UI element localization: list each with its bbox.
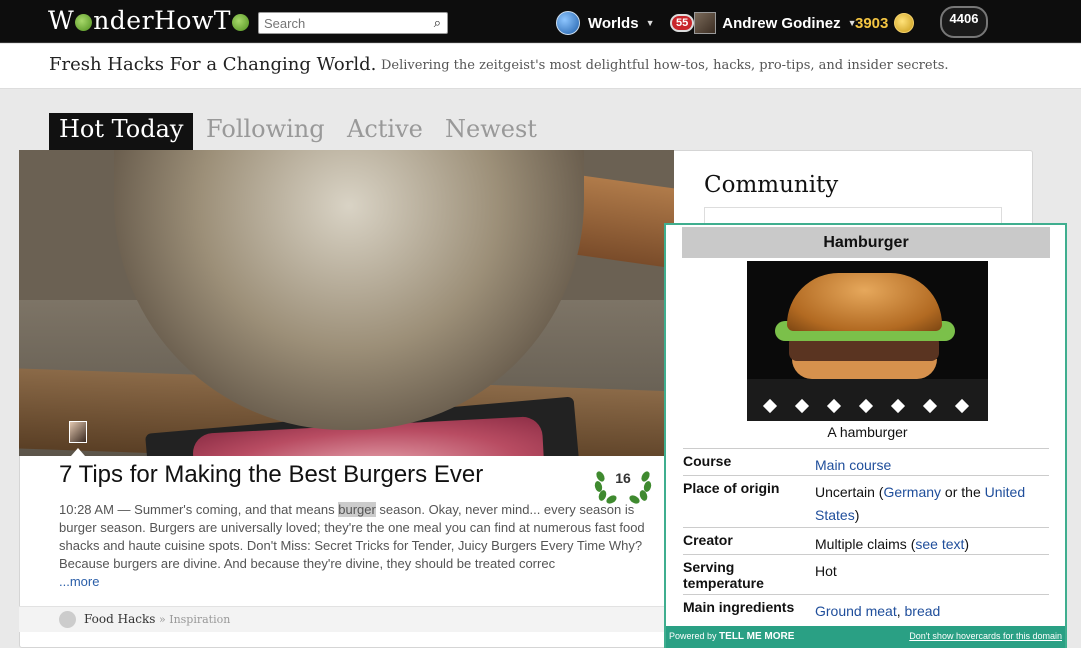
worlds-label: Worlds xyxy=(588,14,639,32)
tab-newest[interactable]: Newest xyxy=(435,113,547,150)
search-icon[interactable]: ⌕ xyxy=(434,15,441,31)
points-display[interactable]: 3903 xyxy=(855,13,915,33)
points-value: 3903 xyxy=(855,14,889,32)
tagline-bar: Fresh Hacks For a Changing World. Delive… xyxy=(0,44,1081,89)
article-time: 10:28 AM xyxy=(59,502,114,517)
top-bar: WnderHowT ⌕ Worlds ▼ 55 Andrew Godinez ▼… xyxy=(0,0,1081,43)
value-link[interactable]: see text xyxy=(915,536,964,552)
score-laurel[interactable]: 16 xyxy=(593,465,653,506)
powered-by[interactable]: Powered by TELL ME MORE xyxy=(669,631,794,642)
infobox-table: Course Main course Place of origin Uncer… xyxy=(683,448,1049,621)
author-avatar[interactable] xyxy=(69,421,87,443)
logo-globe-icon xyxy=(231,14,249,31)
category-link[interactable]: Food Hacks xyxy=(84,612,155,626)
article-title[interactable]: 7 Tips for Making the Best Burgers Ever xyxy=(59,461,483,489)
hamburger-image xyxy=(747,261,988,421)
hovercard-title: Hamburger xyxy=(682,227,1050,258)
infobox-row: Main ingredients Ground meat, bread xyxy=(683,594,1049,621)
category-icon xyxy=(59,611,76,628)
image-caption: A hamburger xyxy=(827,424,908,440)
tab-hot-today[interactable]: Hot Today xyxy=(49,113,194,150)
value-link[interactable]: bread xyxy=(905,603,941,619)
powered-brand: TELL ME MORE xyxy=(719,631,795,642)
avatar xyxy=(694,12,717,34)
coin-icon xyxy=(894,13,915,33)
value-link[interactable]: Germany xyxy=(883,484,941,500)
score-value: 16 xyxy=(615,470,631,486)
search-box: ⌕ xyxy=(258,12,448,34)
site-logo[interactable]: WnderHowT xyxy=(48,6,250,35)
hovercard: Hamburger A hamburger Course Main course… xyxy=(664,223,1067,648)
value-link[interactable]: Main course xyxy=(815,457,891,473)
row-label: Main ingredients xyxy=(683,599,795,615)
logo-globe-icon xyxy=(75,14,93,31)
worlds-menu[interactable]: Worlds ▼ xyxy=(556,11,654,35)
chevron-down-icon: ▼ xyxy=(645,18,655,28)
tab-active[interactable]: Active xyxy=(337,113,433,150)
article-excerpt: 10:28 AM — Summer's coming, and that mea… xyxy=(59,502,645,589)
infobox-row: Course Main course xyxy=(683,448,1049,475)
user-menu[interactable]: 55 Andrew Godinez ▼ xyxy=(670,11,857,35)
subtagline: Delivering the zeitgeist's most delightf… xyxy=(381,58,949,73)
article-hero-image[interactable] xyxy=(19,150,674,456)
infobox-row: Place of origin Uncertain (Germany or th… xyxy=(683,475,1049,527)
row-label: Course xyxy=(683,453,732,469)
subcategory-link[interactable]: » Inspiration xyxy=(159,613,230,626)
row-value: Uncertain (Germany or the United States) xyxy=(815,484,1026,523)
hovercard-footer: Powered by TELL ME MORE Don't show hover… xyxy=(666,626,1065,648)
infobox-row: Creator Multiple claims (see text) xyxy=(683,527,1049,554)
infobox-row: Serving temperature Hot xyxy=(683,554,1049,594)
search-highlight: burger xyxy=(338,502,376,517)
notification-badge[interactable]: 55 xyxy=(670,14,695,32)
row-label: Creator xyxy=(683,532,733,548)
globe-icon xyxy=(556,11,580,35)
dont-show-hovercards-link[interactable]: Don't show hovercards for this domain xyxy=(909,631,1062,641)
row-value: Ground meat, bread xyxy=(815,603,941,619)
user-name: Andrew Godinez xyxy=(722,14,841,32)
tagline: Fresh Hacks For a Changing World. xyxy=(49,54,377,75)
row-label: Serving temperature xyxy=(683,559,764,591)
category-bar: Food Hacks » Inspiration xyxy=(19,606,674,632)
more-link[interactable]: ...more xyxy=(59,574,99,589)
row-label: Place of origin xyxy=(683,480,780,496)
value-link[interactable]: Ground meat xyxy=(815,603,897,619)
avatar-pointer xyxy=(71,448,85,456)
community-title: Community xyxy=(704,172,839,198)
tab-following[interactable]: Following xyxy=(196,113,335,150)
rank-badge[interactable]: 4406 xyxy=(940,6,988,38)
search-input[interactable] xyxy=(259,13,419,33)
row-value: Hot xyxy=(815,563,837,579)
row-value: Main course xyxy=(815,454,1049,477)
row-value: Multiple claims (see text) xyxy=(815,536,970,552)
